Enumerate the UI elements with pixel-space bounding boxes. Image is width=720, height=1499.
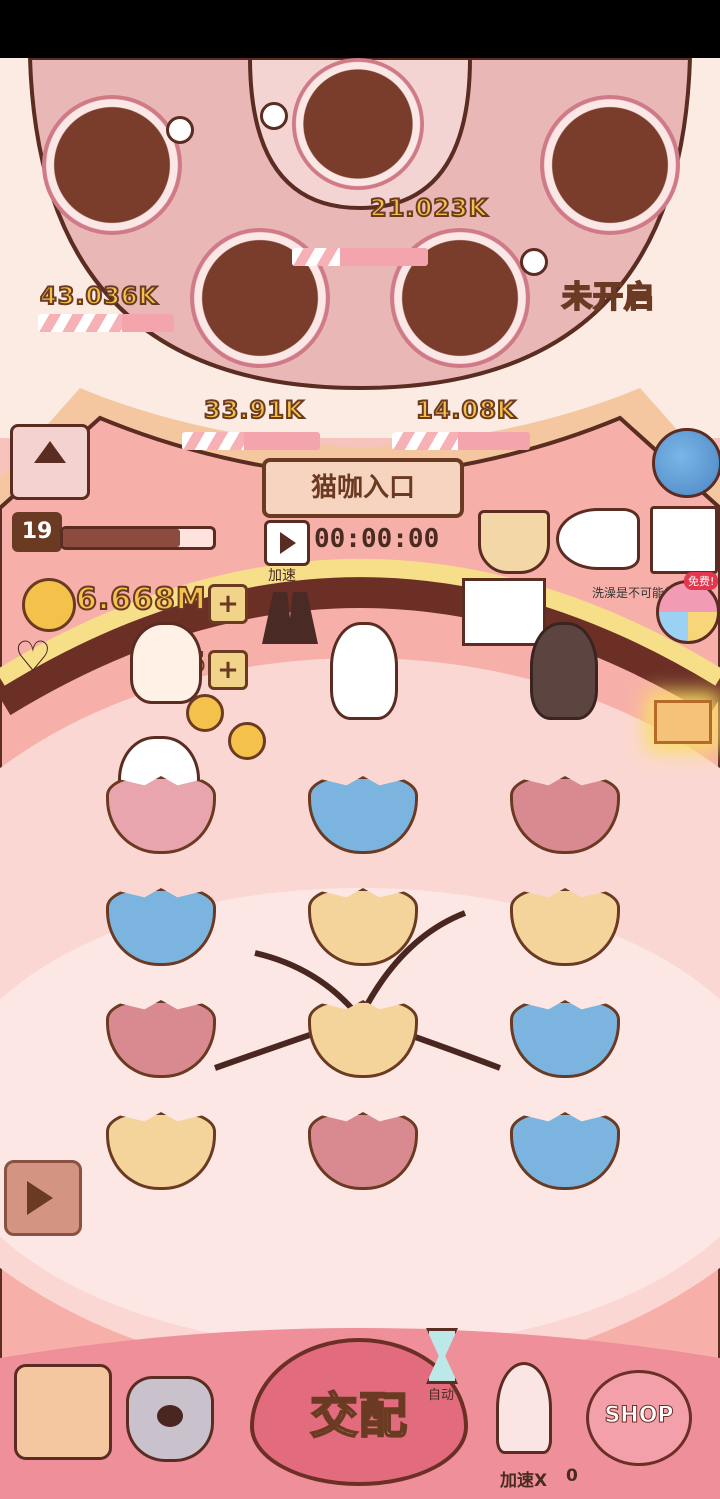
podium-icon[interactable] (462, 578, 546, 646)
cat-room-pot[interactable] (292, 58, 424, 190)
globe-icon[interactable] (652, 428, 720, 498)
arrow-up-icon (34, 441, 66, 463)
clock-icon (166, 116, 194, 144)
coin-drop-icon[interactable] (186, 694, 224, 732)
play-icon (280, 532, 296, 554)
yarn-room-pot[interactable] (42, 95, 182, 235)
room-progress-bar (182, 432, 320, 450)
cafe-entrance-button[interactable]: 猫咖入口 (262, 458, 464, 518)
next-page-button[interactable] (4, 1160, 82, 1236)
trophy-icon[interactable] (478, 510, 550, 574)
add-coins-button[interactable]: + (208, 584, 248, 624)
cat-black[interactable] (530, 622, 598, 720)
level-progress-fill (63, 529, 180, 547)
clock-icon (520, 248, 548, 276)
room-progress-bar (292, 248, 428, 266)
arrow-right-icon (27, 1181, 53, 1215)
fish-room-pot[interactable] (540, 95, 680, 235)
speedup-timer: 00:00:00 (314, 524, 440, 554)
auto-label: 自动 (428, 1388, 455, 1403)
progress-fill (292, 248, 340, 266)
boost-label: 加速X (500, 1471, 548, 1491)
room-income-label: 21.023K (369, 193, 489, 223)
coin-drop-icon[interactable] (228, 722, 266, 760)
boost-count: 0 (566, 1466, 578, 1486)
gift-crate-icon[interactable] (654, 700, 712, 744)
vs-battle-button[interactable] (14, 1364, 112, 1460)
status-bar (0, 0, 720, 58)
room-progress-bar (392, 432, 530, 450)
free-badge: 免费! (684, 572, 719, 590)
room-income-label: 33.91K (203, 395, 305, 425)
coin-amount: 6.668M (75, 581, 207, 618)
play-video-button[interactable] (264, 520, 310, 566)
heart-icon[interactable]: ♡ (14, 636, 52, 678)
shop-label: SHOP (604, 1403, 674, 1429)
clock-icon (260, 102, 288, 130)
coin-icon (22, 578, 76, 632)
paw-bag-button[interactable] (126, 1376, 214, 1462)
progress-fill (392, 432, 459, 450)
shop-button[interactable]: SHOP (586, 1370, 692, 1466)
level-progress-bar (60, 526, 216, 550)
room-locked-label: 未开启 (561, 279, 655, 316)
level-badge: 19 (12, 512, 62, 552)
progress-fill (182, 432, 245, 450)
add-hearts-button[interactable]: + (208, 650, 248, 690)
cat-ragdoll[interactable] (130, 622, 202, 704)
rocket-boost-button[interactable] (496, 1362, 552, 1454)
recycle-box-icon[interactable] (650, 506, 718, 574)
fish-calendar-icon[interactable] (556, 508, 640, 570)
room-progress-bar (38, 314, 174, 332)
cat-calico[interactable] (330, 622, 398, 720)
paw-icon (157, 1405, 183, 1427)
room-income-label: 14.08K (415, 395, 517, 425)
progress-fill (38, 314, 123, 332)
upgrade-cup-button[interactable] (10, 424, 90, 500)
speedup-label: 加速 (268, 568, 296, 584)
room-income-label: 43.036K (39, 281, 159, 311)
